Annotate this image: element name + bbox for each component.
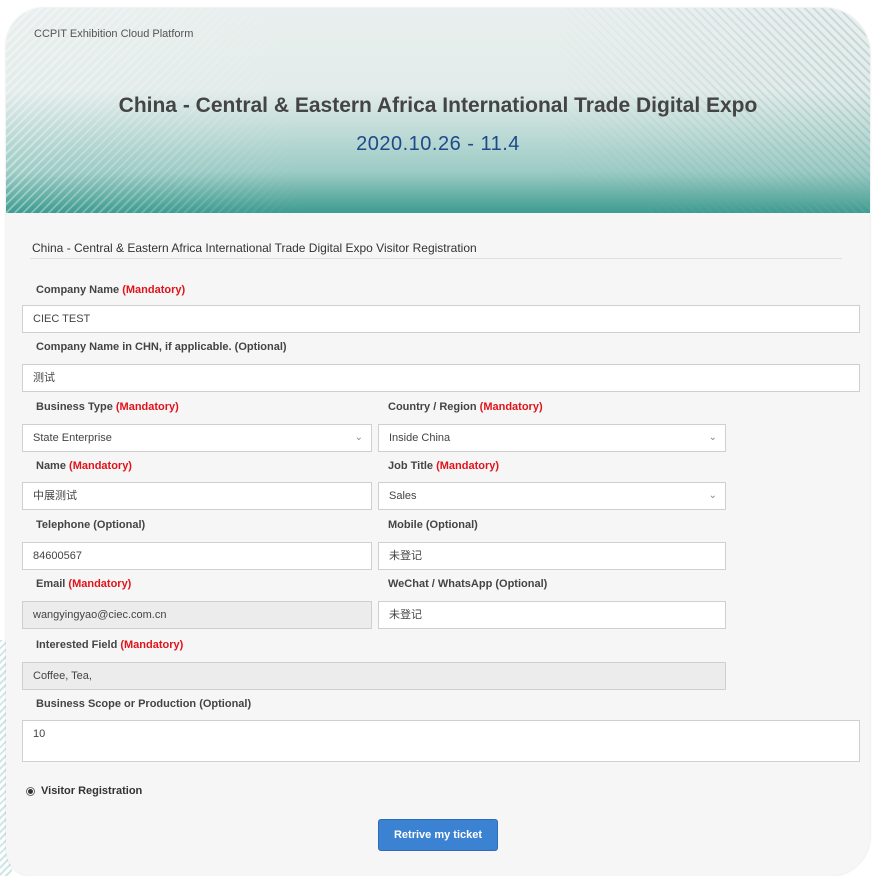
mandatory-marker: (Mandatory) <box>69 460 132 472</box>
email-label: Email (Mandatory) <box>36 578 131 590</box>
mandatory-marker: (Mandatory) <box>436 460 500 472</box>
name-label: Name (Mandatory) <box>36 460 132 472</box>
mandatory-marker: (Mandatory) <box>479 401 543 413</box>
business-scope-textarea[interactable]: 10 <box>22 720 860 762</box>
mandatory-marker: (Mandatory) <box>68 578 132 590</box>
expo-title: China - Central & Eastern Africa Interna… <box>118 94 758 117</box>
mandatory-marker: (Mandatory) <box>120 639 184 651</box>
registration-heading: China - Central & Eastern Africa Interna… <box>32 241 477 255</box>
heading-divider <box>30 258 842 259</box>
chevron-down-icon: ⌄ <box>708 490 717 501</box>
country-region-value: Inside China <box>389 432 451 444</box>
company-name-chn-field[interactable]: 测试 <box>22 364 860 392</box>
email-field[interactable]: wangyingyao@ciec.com.cn <box>22 601 372 629</box>
registration-card: CCPIT Exhibition Cloud Platform China - … <box>6 8 870 876</box>
mandatory-marker: (Mandatory) <box>115 401 179 413</box>
expo-dates: 2020.10.26 - 11.4 <box>356 133 520 155</box>
email-label-text: Email <box>36 578 69 590</box>
business-type-select[interactable]: State Enterprise ⌄ <box>22 424 372 452</box>
business-scope-label: Business Scope or Production (Optional) <box>36 698 252 710</box>
expo-banner: CCPIT Exhibition Cloud Platform China - … <box>6 8 870 213</box>
interested-field-input[interactable]: Coffee, Tea, <box>22 662 726 690</box>
telephone-field[interactable]: 84600567 <box>22 542 372 570</box>
radio-selected-icon[interactable] <box>26 786 35 796</box>
name-label-text: Name <box>36 460 70 472</box>
business-type-value: State Enterprise <box>33 432 112 444</box>
telephone-label: Telephone (Optional) <box>36 519 146 531</box>
chevron-down-icon: ⌄ <box>708 432 717 443</box>
country-region-select[interactable]: Inside China ⌄ <box>378 424 726 452</box>
business-type-label-text: Business Type <box>36 401 116 413</box>
country-region-label: Country / Region (Mandatory) <box>388 401 543 413</box>
business-type-label: Business Type (Mandatory) <box>36 401 179 413</box>
job-title-label: Job Title (Mandatory) <box>388 460 499 472</box>
job-title-label-text: Job Title <box>388 460 437 472</box>
mobile-field[interactable]: 未登记 <box>378 542 726 570</box>
platform-name: CCPIT Exhibition Cloud Platform <box>34 28 194 40</box>
company-name-field[interactable]: CIEC TEST <box>22 305 860 333</box>
interested-field-label: Interested Field (Mandatory) <box>36 639 183 651</box>
wechat-label: WeChat / WhatsApp (Optional) <box>388 578 548 590</box>
country-region-label-text: Country / Region <box>388 401 480 413</box>
visitor-registration-label: Visitor Registration <box>41 785 143 797</box>
company-name-chn-label: Company Name in CHN, if applicable. (Opt… <box>36 341 287 353</box>
chevron-down-icon: ⌄ <box>354 432 363 443</box>
job-title-select[interactable]: Sales ⌄ <box>378 482 726 510</box>
company-name-label: Company Name (Mandatory) <box>36 284 185 296</box>
retrieve-ticket-button[interactable]: Retrive my ticket <box>378 819 498 851</box>
mobile-label: Mobile (Optional) <box>388 519 478 531</box>
job-title-value: Sales <box>389 490 417 502</box>
company-name-label-text: Company Name <box>36 284 123 296</box>
wechat-field[interactable]: 未登记 <box>378 601 726 629</box>
mandatory-marker: (Mandatory) <box>122 284 186 296</box>
interested-field-label-text: Interested Field <box>36 639 121 651</box>
name-field[interactable]: 中展测试 <box>22 482 372 510</box>
visitor-registration-option[interactable]: Visitor Registration <box>26 785 142 797</box>
